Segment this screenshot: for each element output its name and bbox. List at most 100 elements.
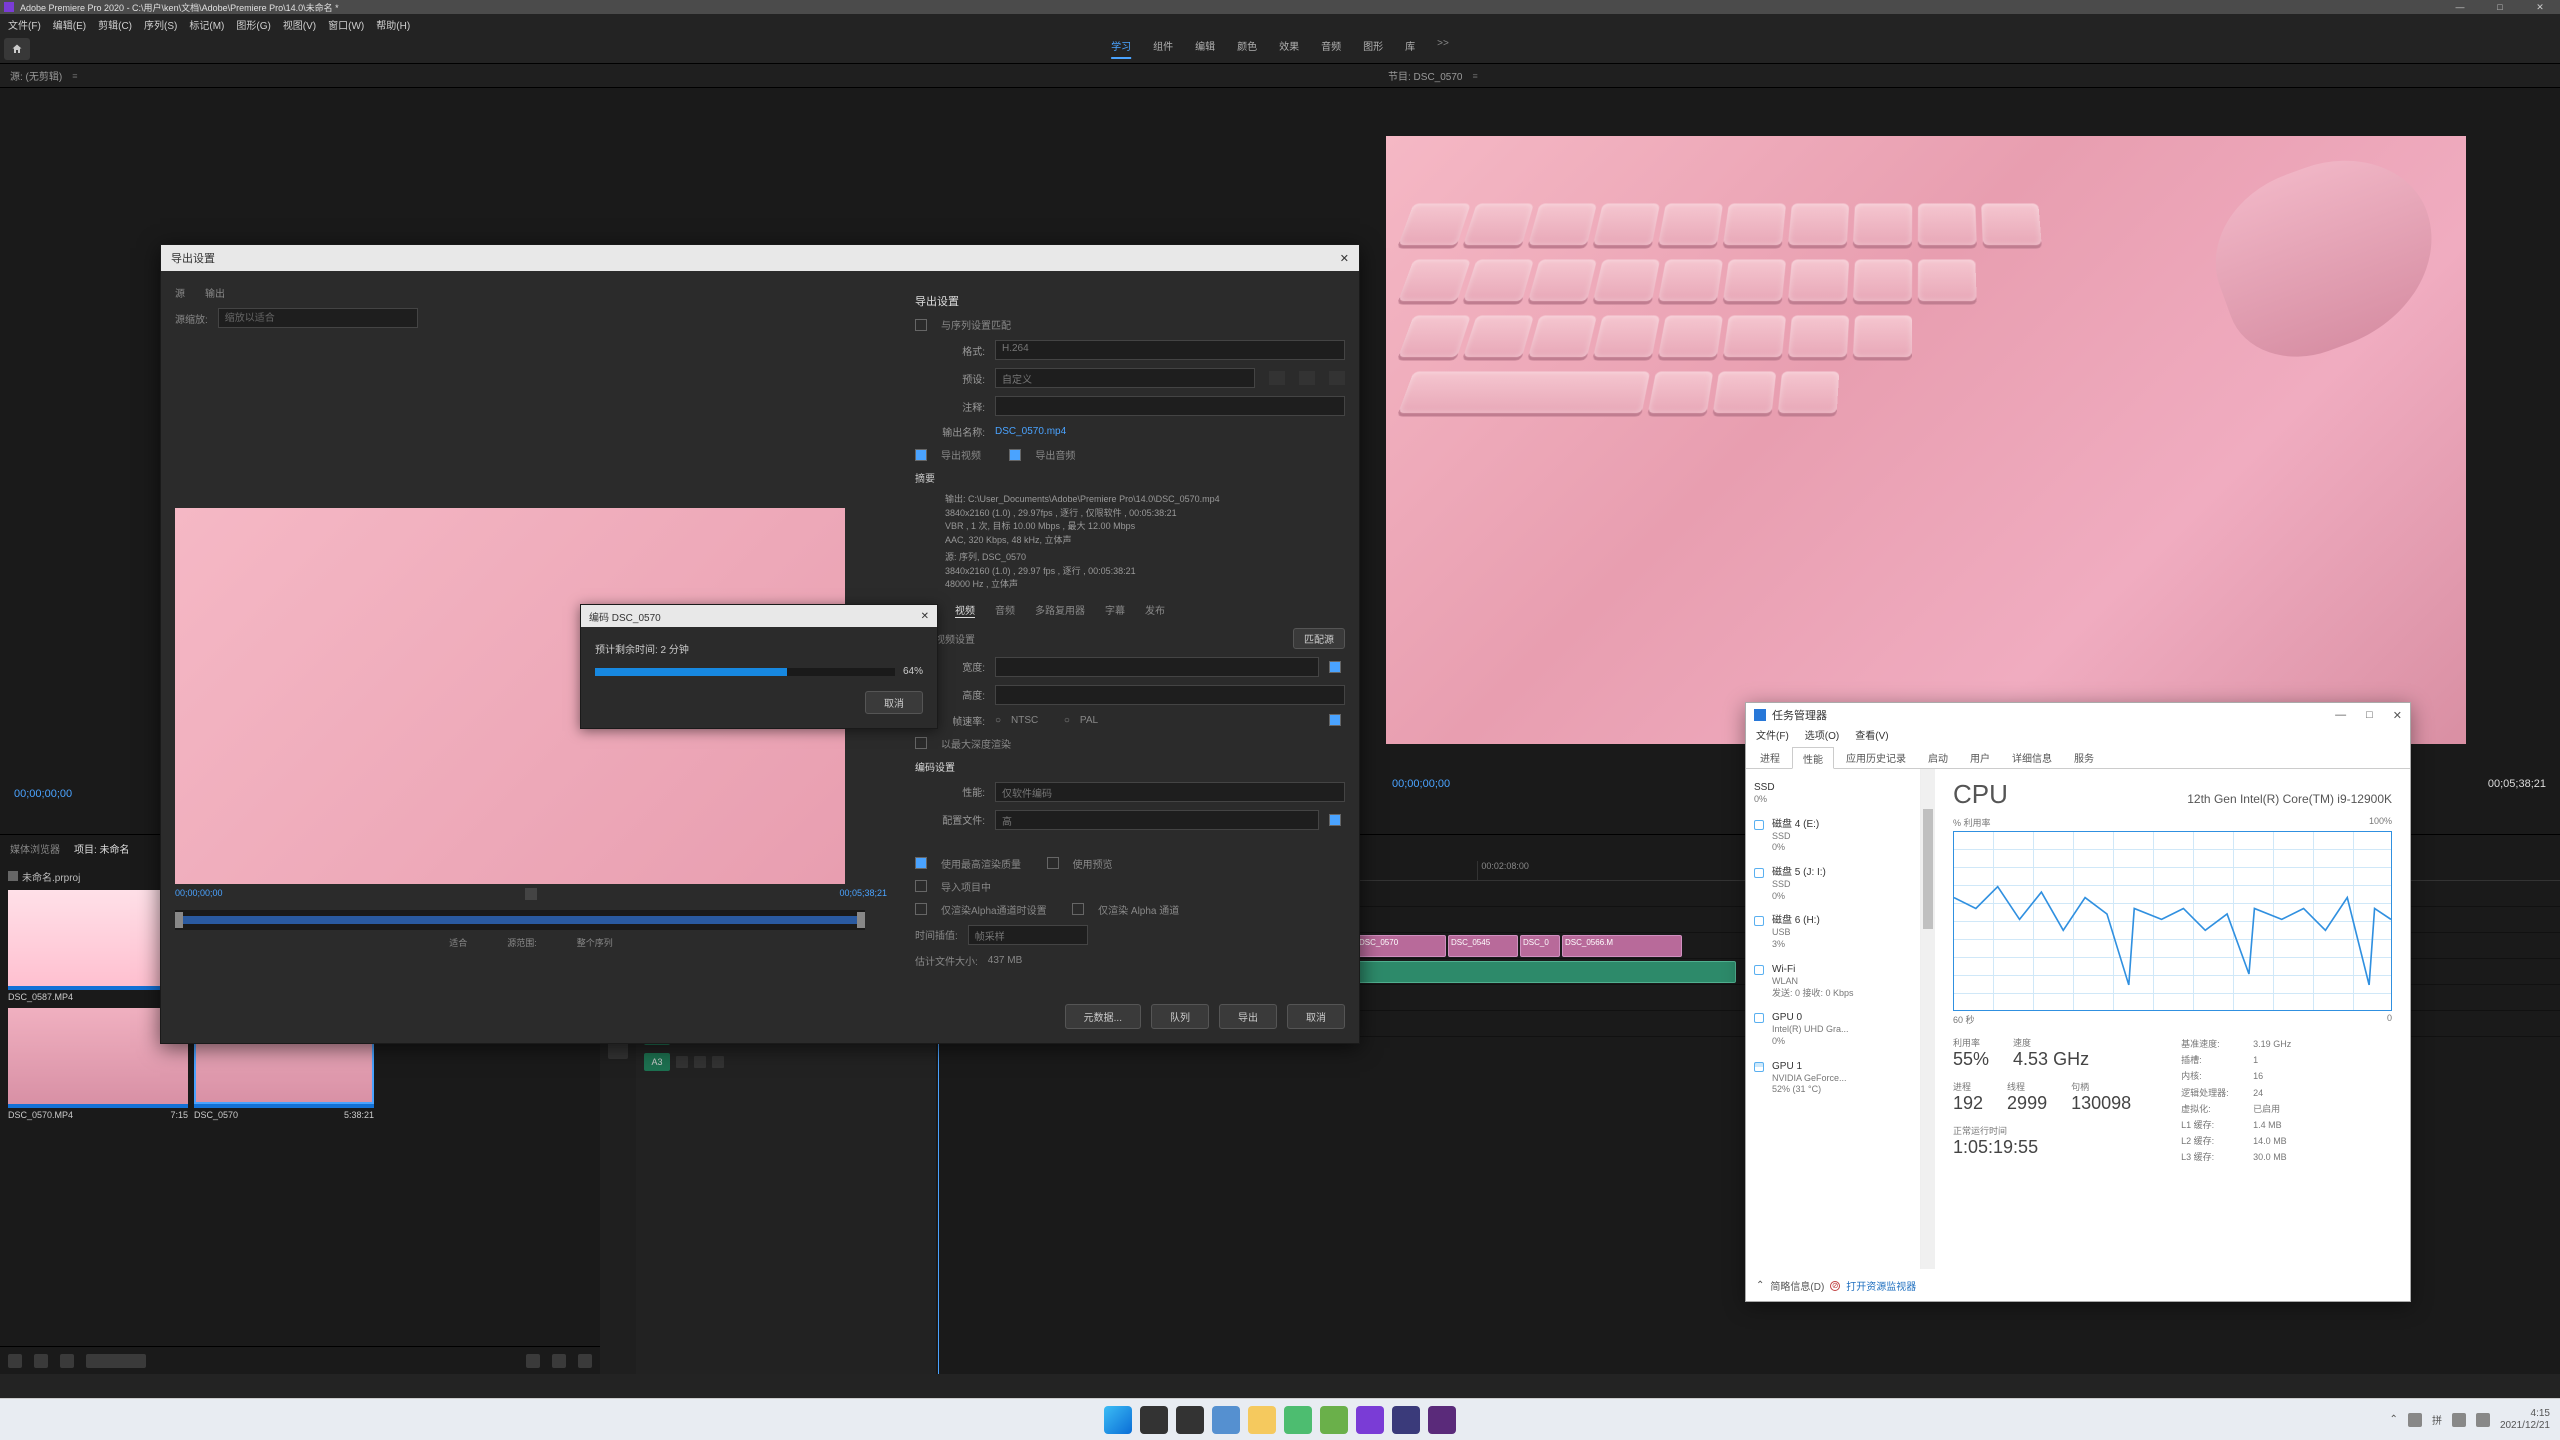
tm-tab-services[interactable]: 服务 (2064, 747, 2104, 768)
export-range-select[interactable]: 整个序列 (577, 936, 613, 949)
menu-help[interactable]: 帮助(H) (376, 17, 410, 32)
export-video-checkbox[interactable] (915, 449, 927, 461)
tm-item-disk6[interactable]: 磁盘 6 (H:)USB3% (1750, 908, 1916, 956)
tm-brief-link[interactable]: 简略信息(D) (1770, 1278, 1824, 1293)
search-icon[interactable] (1140, 1406, 1168, 1434)
wifi-icon[interactable] (2452, 1413, 2466, 1427)
trash-icon[interactable] (578, 1354, 592, 1368)
import-preset-icon[interactable] (1299, 371, 1315, 385)
freeform-view-icon[interactable] (60, 1354, 74, 1368)
tm-menu-file[interactable]: 文件(F) (1756, 727, 1789, 747)
format-select[interactable]: H.264 (995, 340, 1345, 360)
max-depth-checkbox[interactable] (915, 737, 927, 749)
menu-view[interactable]: 视图(V) (283, 17, 316, 32)
use-preview-checkbox[interactable] (1047, 857, 1059, 869)
alpha-checkbox[interactable] (1072, 903, 1084, 915)
workspace-learn[interactable]: 学习 (1111, 38, 1131, 59)
output-name-link[interactable]: DSC_0570.mp4 (995, 426, 1066, 437)
tm-item-ssd[interactable]: SSD0% (1750, 775, 1916, 812)
tm-tab-performance[interactable]: 性能 (1792, 747, 1834, 769)
tm-item-disk5[interactable]: 磁盘 5 (J: I:)SSD0% (1750, 860, 1916, 908)
menu-graphics[interactable]: 图形(G) (236, 17, 270, 32)
workspace-effects[interactable]: 效果 (1279, 38, 1299, 59)
timeline-clip[interactable]: DSC_0545 (1448, 935, 1518, 957)
performance-select[interactable]: 仅软件编码 (995, 782, 1345, 802)
ime-indicator[interactable]: 拼 (2432, 1412, 2442, 1427)
workspace-overflow[interactable]: >> (1437, 38, 1449, 59)
proxy-checkbox[interactable] (915, 903, 927, 915)
timeline-clip[interactable]: DSC_0570 (1356, 935, 1446, 957)
icon-view-icon[interactable] (34, 1354, 48, 1368)
program-tab-menu[interactable]: ≡ (1472, 71, 1477, 81)
height-input[interactable] (995, 685, 1345, 705)
list-view-icon[interactable] (8, 1354, 22, 1368)
tm-scrollbar[interactable] (1921, 769, 1935, 1269)
export-tab-video[interactable]: 视频 (955, 602, 975, 618)
start-button[interactable] (1104, 1406, 1132, 1434)
program-tab[interactable]: 节目: DSC_0570 (1388, 68, 1462, 83)
metadata-button[interactable]: 元数据... (1065, 1004, 1141, 1029)
widgets-icon[interactable] (1212, 1406, 1240, 1434)
width-lock[interactable] (1329, 661, 1341, 673)
profile-lock[interactable] (1329, 814, 1341, 826)
tm-tab-users[interactable]: 用户 (1960, 747, 2000, 768)
fr-lock[interactable] (1329, 714, 1341, 726)
tm-tab-startup[interactable]: 启动 (1918, 747, 1958, 768)
export-tab-publish[interactable]: 发布 (1145, 602, 1165, 618)
app-aida-icon[interactable] (1320, 1406, 1348, 1434)
explorer-icon[interactable] (1248, 1406, 1276, 1434)
timeline-clip[interactable]: DSC_0 (1520, 935, 1560, 957)
workspace-color[interactable]: 颜色 (1237, 38, 1257, 59)
tm-item-gpu0[interactable]: GPU 0Intel(R) UHD Gra...0% (1750, 1005, 1916, 1053)
zoom-slider[interactable] (86, 1354, 146, 1368)
delete-preset-icon[interactable] (1329, 371, 1345, 385)
chevron-up-icon[interactable]: ⌃ (1756, 1280, 1764, 1291)
export-tab-mux[interactable]: 多路复用器 (1035, 602, 1085, 618)
tm-item-disk4[interactable]: 磁盘 4 (E:)SSD0% (1750, 812, 1916, 860)
menu-file[interactable]: 文件(F) (8, 17, 41, 32)
menu-sequence[interactable]: 序列(S) (144, 17, 177, 32)
export-cancel-button[interactable]: 取消 (1287, 1004, 1345, 1029)
source-tab[interactable]: 源: (无剪辑) (10, 68, 62, 83)
max-quality-checkbox[interactable] (915, 857, 927, 869)
source-tab-menu[interactable]: ≡ (72, 71, 77, 81)
time-interp-select[interactable]: 帧采样 (968, 925, 1088, 945)
tm-tab-history[interactable]: 应用历史记录 (1836, 747, 1916, 768)
workspace-assembly[interactable]: 组件 (1153, 38, 1173, 59)
tm-menu-options[interactable]: 选项(O) (1805, 727, 1839, 747)
system-clock[interactable]: 4:15 2021/12/21 (2500, 1408, 2550, 1432)
tab-project[interactable]: 项目: 未命名 (74, 841, 130, 856)
workspace-library[interactable]: 库 (1405, 38, 1415, 59)
tab-media-browser[interactable]: 媒体浏览器 (10, 841, 60, 856)
play-icon[interactable] (525, 888, 537, 900)
maximize-button[interactable]: □ (2480, 0, 2520, 14)
export-fit[interactable]: 适合 (449, 936, 467, 949)
workspace-graphics[interactable]: 图形 (1363, 38, 1383, 59)
taskmgr-close[interactable]: ✕ (2393, 709, 2402, 722)
app-premiere-icon[interactable] (1428, 1406, 1456, 1434)
width-input[interactable] (995, 657, 1319, 677)
export-audio-checkbox[interactable] (1009, 449, 1021, 461)
comment-input[interactable] (995, 396, 1345, 416)
new-bin-icon[interactable] (526, 1354, 540, 1368)
save-preset-icon[interactable] (1269, 371, 1285, 385)
tm-item-gpu1[interactable]: GPU 1NVIDIA GeForce...52% (31 °C) (1750, 1054, 1916, 1102)
workspace-audio[interactable]: 音频 (1321, 38, 1341, 59)
export-button[interactable]: 导出 (1219, 1004, 1277, 1029)
browser-icon[interactable] (1284, 1406, 1312, 1434)
minimize-button[interactable]: — (2440, 0, 2480, 14)
volume-icon[interactable] (2476, 1413, 2490, 1427)
profile-select[interactable]: 高 (995, 810, 1319, 830)
export-tab-audio[interactable]: 音频 (995, 602, 1015, 618)
app-ae-icon[interactable] (1392, 1406, 1420, 1434)
workspace-edit[interactable]: 编辑 (1195, 38, 1215, 59)
taskmgr-maximize[interactable]: □ (2366, 709, 2373, 722)
menu-edit[interactable]: 编辑(E) (53, 17, 86, 32)
tm-menu-view[interactable]: 查看(V) (1855, 727, 1888, 747)
taskview-icon[interactable] (1176, 1406, 1204, 1434)
tm-tab-processes[interactable]: 进程 (1750, 747, 1790, 768)
export-left-tab-source[interactable]: 源 (175, 285, 185, 300)
tray-chevron-icon[interactable]: ⌃ (2390, 1414, 2398, 1425)
export-range-bar[interactable] (175, 910, 865, 930)
match-source-button[interactable]: 匹配源 (1293, 628, 1345, 649)
